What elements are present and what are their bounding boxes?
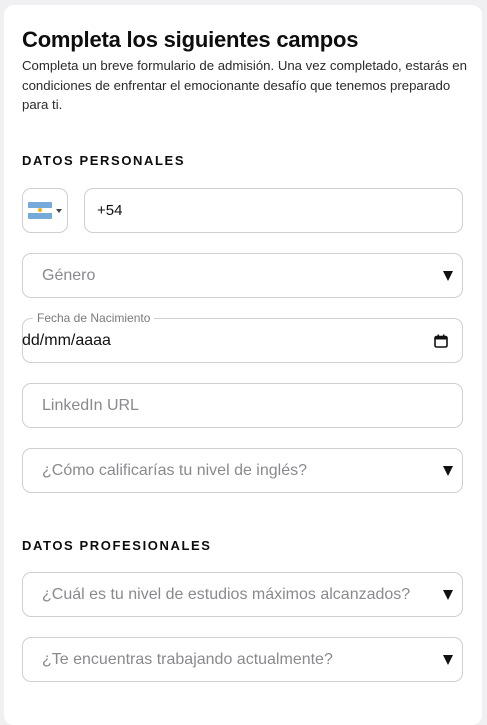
english-level-placeholder: ¿Cómo calificarías tu nivel de inglés? — [42, 461, 308, 479]
gender-select[interactable]: Género — [22, 253, 463, 298]
linkedin-placeholder: LinkedIn URL — [42, 396, 139, 414]
form-title: Completa los siguientes campos — [22, 27, 359, 52]
dropdown-arrow-icon — [443, 270, 453, 281]
education-level-placeholder: ¿Cuál es tu nivel de estudios máximos al… — [42, 585, 411, 603]
phone-value: +54 — [97, 202, 123, 219]
dropdown-arrow-icon — [443, 465, 453, 476]
currently-working-placeholder: ¿Te encuentras trabajando actualmente? — [42, 650, 333, 668]
country-code-select[interactable] — [22, 188, 68, 233]
birthdate-value: dd/mm/aaaa — [22, 331, 111, 349]
section-title-professional: DATOS PROFESIONALES — [22, 538, 212, 553]
dropdown-arrow-icon — [443, 654, 453, 665]
form-intro: Completa un breve formulario de admisión… — [22, 58, 467, 112]
phone-input[interactable]: +54 — [84, 188, 463, 233]
calendar-icon[interactable] — [434, 334, 448, 348]
gender-placeholder: Género — [42, 266, 96, 284]
admission-form-card: Completa los siguientes campos Completa … — [4, 5, 482, 725]
currently-working-select[interactable]: ¿Te encuentras trabajando actualmente? — [22, 637, 463, 682]
linkedin-url-input[interactable]: LinkedIn URL — [22, 383, 463, 428]
chevron-down-icon — [56, 209, 62, 213]
english-level-select[interactable]: ¿Cómo calificarías tu nivel de inglés? — [22, 448, 463, 493]
argentina-flag-icon — [28, 202, 52, 219]
birthdate-label: Fecha de Nacimiento — [33, 311, 155, 325]
dropdown-arrow-icon — [443, 589, 453, 600]
education-level-select[interactable]: ¿Cuál es tu nivel de estudios máximos al… — [22, 572, 463, 617]
section-title-personal: DATOS PERSONALES — [22, 153, 186, 168]
birthdate-input[interactable]: Fecha de Nacimiento dd/mm/aaaa — [22, 311, 463, 363]
